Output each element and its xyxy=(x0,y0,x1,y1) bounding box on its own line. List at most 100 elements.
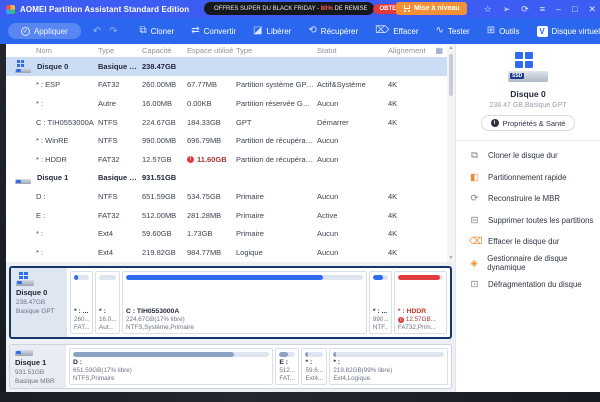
toolbar-button-libérer[interactable]: ◪Libérer xyxy=(253,26,291,36)
partition-size: 512... xyxy=(279,367,295,374)
used-value: 11.60GB xyxy=(197,155,227,164)
toolbar-button-récupérer[interactable]: ⟲Récupérer xyxy=(308,26,358,36)
disk-map-partitions: * : ...260...FAT...* :16.0...Aut...C : T… xyxy=(67,268,450,337)
sidebar-action-rebuild-mbr[interactable]: ⟳Reconstruire le MBR xyxy=(469,188,600,210)
toolbar-button-tester[interactable]: ∿Tester xyxy=(436,26,470,36)
table-row-disk[interactable]: Disque 0Basique GPT238.47GB xyxy=(6,57,455,76)
table-row-partition[interactable]: C : TIH0553000ANTFS224.67GB184.33GBGPTDé… xyxy=(6,113,455,132)
cell-capacity: 219.82GB xyxy=(142,248,187,257)
partition-size-value: 16.0... xyxy=(99,316,116,323)
scroll-up-icon[interactable]: ▲ xyxy=(449,44,454,52)
table-row-partition[interactable]: * :Autre16.00MB0.00KBPartition réservée … xyxy=(6,94,455,113)
table-row-partition[interactable]: * : WinRENTFS990.00MB696.79MBPartition d… xyxy=(6,131,455,150)
promo-banner[interactable]: OFFRES SUPER DU BLACK FRIDAY - 80% DE RE… xyxy=(204,2,374,15)
partition-block[interactable]: E :512...FAT... xyxy=(275,348,299,385)
disk-map-row[interactable]: Disque 1931.51GBBasique MBRD :651.59GB(1… xyxy=(9,344,452,389)
partition-block[interactable]: * :16.0...Aut... xyxy=(95,271,120,334)
toolbar-button-label: Effacer xyxy=(393,27,418,36)
table-scrollbar[interactable]: ▲ ▼ xyxy=(447,44,455,262)
properties-health-button[interactable]: i Propriétés & Santé xyxy=(481,115,576,131)
sidebar-action-wipe-disk[interactable]: ⌫Effacer le disque dur xyxy=(469,231,600,253)
maximize-button[interactable]: □ xyxy=(572,5,577,14)
cell-fs: NTFS xyxy=(98,136,142,145)
menu-icon[interactable]: ≡ xyxy=(540,5,545,14)
toolbar-button-effacer[interactable]: ⌦Effacer xyxy=(375,26,418,36)
clone-disk-icon: ⧉ xyxy=(469,151,480,161)
cell-alignment: 4K xyxy=(388,192,436,201)
sidebar-action-quick-partition[interactable]: ◧Partitionnement rapide xyxy=(469,167,600,189)
disk-map-row-selected[interactable]: Disque 0238.47GBBasique GPT* : ...260...… xyxy=(9,266,452,339)
cell-alignment: 4K xyxy=(388,248,436,257)
table-row-partition[interactable]: D :NTFS651.59GB534.75GBPrimaireAucun4K xyxy=(6,187,455,206)
sidebar-action-clone-disk[interactable]: ⧉Cloner le disque dur xyxy=(469,145,600,167)
cell-name: C : TIH0553000A xyxy=(6,118,98,127)
table-row-partition[interactable]: * : HDDRFAT3212.57GB!11.60GBPartition de… xyxy=(6,150,455,169)
partition-block[interactable]: * :59.6...Ext4,... xyxy=(301,348,327,385)
sidebar-action-dynamic-disk[interactable]: ◈Gestionnaire de disque dynamique xyxy=(469,253,600,275)
disk-map-info: Disque 1931.51GBBasique MBR xyxy=(10,345,66,388)
partition-usage-bar xyxy=(126,275,363,280)
partition-size: 59.6... xyxy=(305,367,323,374)
redo-icon[interactable]: ↷ xyxy=(109,26,117,37)
partition-block[interactable]: C : TIH0553000A224.67GB(17% libre)NTFS,S… xyxy=(122,271,367,334)
toolbar-button-label: Cloner xyxy=(151,27,175,36)
partition-size-value: 59.6... xyxy=(305,367,323,374)
toolbar-button-cloner[interactable]: ⧉Cloner xyxy=(139,26,174,36)
toolbar-button-disque-virtuel[interactable]: VDisque virtuel xyxy=(537,26,600,37)
partition-usage-bar xyxy=(398,275,443,280)
partition-name: * : xyxy=(305,359,323,366)
apply-button[interactable]: ✓ Appliquer xyxy=(8,23,81,39)
cell-status: Active xyxy=(317,211,388,220)
toolbar-button-convertir[interactable]: ⇄Convertir xyxy=(191,26,236,36)
sidebar-action-label: Défragmentation du disque xyxy=(488,280,582,289)
partition-block[interactable]: * : HDDR!12.57GB...FAT32,Prim... xyxy=(394,271,447,334)
minimize-button[interactable]: – xyxy=(556,5,561,14)
toolbar-buttons: ⧉Cloner ⇄Convertir ◪Libérer ⟲Récupérer ⌦Effa… xyxy=(139,26,600,37)
partition-fs: NTFS,Primaire xyxy=(73,375,269,382)
cell-capacity: 16.00MB xyxy=(142,99,187,108)
rate-star-icon[interactable]: ☆ xyxy=(484,5,492,14)
selected-disk-name: Disque 0 xyxy=(510,89,545,99)
disk-map-style: Basique MBR xyxy=(15,378,66,385)
table-row-partition[interactable]: E :FAT32512.00MB281.28MBPrimaireActive4K xyxy=(6,206,455,225)
table-header: NomTypeCapacitéEspace utiliséTypeStatutA… xyxy=(6,44,455,57)
partition-table: NomTypeCapacitéEspace utiliséTypeStatutA… xyxy=(6,44,455,262)
partition-fs: Ext4,Logique xyxy=(333,375,444,382)
partition-block[interactable]: * :219.82GB(99% libre)Ext4,Logique xyxy=(329,348,448,385)
disk-map-name: Disque 0 xyxy=(16,288,67,297)
scrollbar-thumb[interactable] xyxy=(449,54,453,96)
close-button[interactable]: ✕ xyxy=(588,5,596,14)
table-row-partition[interactable]: * :Ext459.60GB1.73GBPrimaireAucun4K xyxy=(6,224,455,243)
partition-name: D : xyxy=(73,359,269,366)
column-header: Type xyxy=(236,46,317,55)
partition-block[interactable]: * : ...990...NTF... xyxy=(369,271,392,334)
cell-status: Aucun xyxy=(317,192,388,201)
partition-usage-bar xyxy=(73,352,269,357)
update-icon[interactable]: ⟳ xyxy=(521,5,529,14)
cell-status: Aucun xyxy=(317,136,388,145)
table-row-disk[interactable]: Disque 1Basique MBR931.51GB xyxy=(6,169,455,188)
toolbar-button-outils[interactable]: ⊞Outils xyxy=(487,26,520,36)
partition-fs: FAT... xyxy=(279,375,295,382)
table-row-partition[interactable]: * :Ext4219.82GB984.77MBLogiqueAucun4K xyxy=(6,243,455,262)
partition-block[interactable]: D :651.59GB(17% libre)NTFS,Primaire xyxy=(69,348,273,385)
column-header: Nom xyxy=(6,46,98,55)
undo-icon[interactable]: ↶ xyxy=(93,26,101,37)
scroll-down-icon[interactable]: ▼ xyxy=(449,254,454,262)
free-space-icon: ◪ xyxy=(253,26,262,36)
column-settings-icon[interactable]: ▦ xyxy=(435,46,443,55)
share-icon[interactable]: ➢ xyxy=(503,5,511,14)
sidebar-action-label: Effacer le disque dur xyxy=(488,237,559,246)
table-row-partition[interactable]: * : ESPFAT32260.00MB67.77MBPartition sys… xyxy=(6,76,455,95)
partition-block[interactable]: * : ...260...FAT... xyxy=(70,271,93,334)
cell-alignment: 4K xyxy=(388,80,436,89)
upgrade-button[interactable]: Mise à niveau xyxy=(396,2,467,15)
cell-status: Aucun xyxy=(317,155,388,164)
partition-size: 651.59GB(17% libre) xyxy=(73,367,269,374)
disk-map-name: Disque 1 xyxy=(15,358,66,367)
partition-name: * : ... xyxy=(74,308,89,315)
sidebar-action-defrag[interactable]: ⊡Défragmentation du disque xyxy=(469,274,600,296)
sidebar-action-delete-partitions[interactable]: ⊟Supprimer toutes les partitions xyxy=(469,210,600,232)
cell-fs: FAT32 xyxy=(98,80,142,89)
partition-table-body: Disque 0Basique GPT238.47GB* : ESPFAT322… xyxy=(6,57,455,262)
